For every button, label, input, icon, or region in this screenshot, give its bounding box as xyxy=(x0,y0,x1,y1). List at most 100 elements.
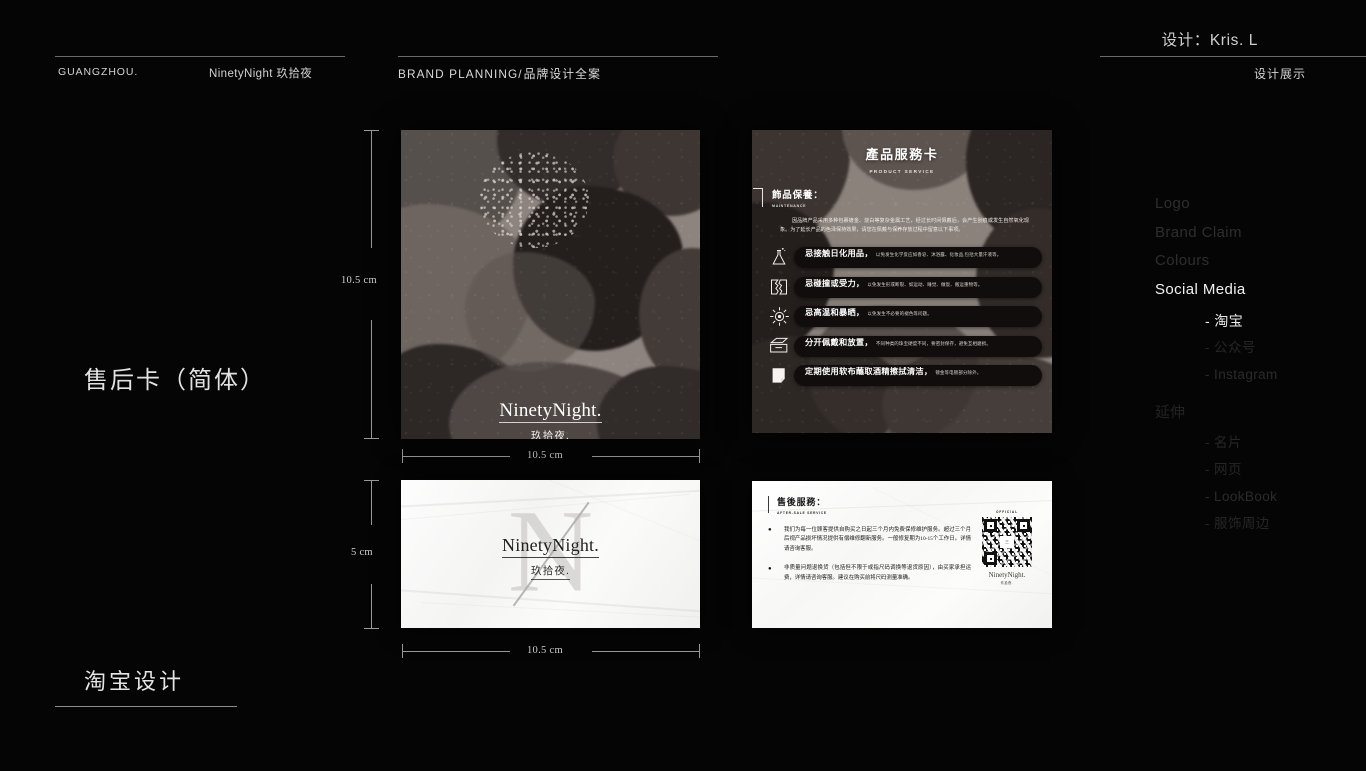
dim-line-main-width-right xyxy=(592,456,699,457)
dim-line-main-lower xyxy=(371,320,372,438)
qr-finder-top-left xyxy=(984,519,997,532)
nav-subitem-wechat[interactable]: - 公众号 xyxy=(1205,338,1355,358)
dim-label-main-height: 10.5 cm xyxy=(341,275,377,286)
dim-line-small-width-left xyxy=(402,651,510,652)
card-product-service[interactable]: 產品服務卡 PRODUCT SERVICE 飾品保養： MAINTENANCE … xyxy=(752,130,1052,433)
page-title: 售后卡（简体） xyxy=(84,368,266,394)
sun-icon xyxy=(764,306,794,327)
maintenance-item-desc: 以免发生不必要的褪色等问题。 xyxy=(867,311,932,316)
dim-line-small-upper xyxy=(371,481,372,525)
qr-block: OFFICIAL 三 NinetyNight. 玖拾夜. xyxy=(976,510,1038,585)
maintenance-item-title: 忌碰撞或受力， xyxy=(805,278,865,288)
page-subtitle: 淘宝设计 xyxy=(84,669,185,694)
maintenance-pill: 忌碰撞或受力， 以免发生形或断裂、如运动、睡觉、做饭、搬运重物等。 xyxy=(794,276,1042,298)
flask-icon xyxy=(764,247,794,268)
dim-line-small-lower xyxy=(371,584,372,628)
nav-item-logo[interactable]: Logo xyxy=(1155,194,1355,214)
header-page-label: 设计展示 xyxy=(1253,67,1306,81)
dim-line-main-upper xyxy=(371,131,372,248)
header-planning-cn: 品牌设计全案 xyxy=(523,67,601,81)
qr-caption: OFFICIAL xyxy=(996,510,1018,514)
header-planning-en: BRAND PLANNING xyxy=(398,67,519,81)
qr-logo-chinese: 玖拾夜. xyxy=(1000,581,1014,585)
card-front-preview[interactable]: NinetyNight. 玖拾夜. xyxy=(401,130,700,439)
nav-item-brand-claim[interactable]: Brand Claim xyxy=(1155,223,1355,243)
maintenance-pill: 忌接触日化用品， 以免发生化学反应如香皂、沐浴露、化妆品,包括大量汗液等。 xyxy=(794,247,1042,268)
maintenance-item: 分开佩戴和放置， 不同种类的珠宝硬度不同，要密封保存，避免互相磨损。 xyxy=(764,335,1042,357)
after-sale-title: 售後服務： xyxy=(777,497,827,507)
maintenance-item: 忌接触日化用品， 以免发生化学反应如香皂、沐浴露、化妆品,包括大量汗液等。 xyxy=(764,247,1042,269)
nav-subitem-namecard[interactable]: - 名片 xyxy=(1205,433,1355,453)
qr-center-logo: 三 xyxy=(1000,536,1014,548)
service-card-title-en: PRODUCT SERVICE xyxy=(869,169,935,174)
maintenance-pill: 定期使用软布蘸取酒精擦拭清洁， 镀金等电镀部分除外。 xyxy=(794,365,1042,386)
maintenance-title-en: MAINTENANCE xyxy=(772,203,807,208)
nav-subitem-lookbook[interactable]: - LookBook xyxy=(1205,487,1355,507)
bullet-icon: ● xyxy=(768,565,772,572)
drawer-icon xyxy=(764,337,794,355)
maintenance-pill: 忌高温和暴晒， 以免发生不必要的褪色等问题。 xyxy=(794,306,1042,327)
cloth-icon xyxy=(764,366,794,385)
page-subtitle-underline xyxy=(55,706,237,707)
dim-cap-main-bottom xyxy=(364,438,379,439)
qr-finder-top-right xyxy=(1017,519,1030,532)
nav-subitem-apparel[interactable]: - 服饰周边 xyxy=(1205,514,1355,534)
bullet-icon: ● xyxy=(768,527,772,533)
maintenance-item-title: 忌高温和暴晒， xyxy=(805,308,865,317)
brand-logo-dark: NinetyNight. 玖拾夜. xyxy=(401,535,700,580)
nav-subgroup-extension: - 名片 - 网页 - LookBook - 服饰周边 xyxy=(1205,433,1355,534)
card-texture xyxy=(401,130,700,439)
crack-icon xyxy=(764,277,794,297)
card-speckles xyxy=(479,152,589,248)
header-rule-left xyxy=(55,56,345,57)
qr-brand-logo: NinetyNight. 玖拾夜. xyxy=(976,571,1038,585)
dim-label-main-width: 10.5 cm xyxy=(527,450,563,461)
maintenance-item-desc: 不同种类的珠宝硬度不同，要密封保存，避免互相磨损。 xyxy=(875,340,991,346)
maintenance-item-desc: 镀金等电镀部分除外。 xyxy=(935,370,982,375)
section-nav: Logo Brand Claim Colours Social Media - … xyxy=(1155,194,1355,541)
dim-cap-small-bottom xyxy=(364,628,379,629)
maintenance-item: 忌高温和暴晒， 以免发生不必要的褪色等问题。 xyxy=(764,306,1042,328)
logo-wordmark: NinetyNight. xyxy=(499,400,602,423)
maintenance-list: 忌接触日化用品， 以免发生化学反应如香皂、沐浴露、化妆品,包括大量汗液等。 忌碰… xyxy=(762,247,1042,387)
maintenance-item-title: 分开佩戴和放置， xyxy=(805,337,873,347)
maintenance-item-desc: 以免发生形或断裂、如运动、睡觉、做饭、搬运重物等。 xyxy=(867,281,983,287)
dim-label-small-width: 10.5 cm xyxy=(527,645,563,656)
maintenance-paragraph: 因品牌产品采用多种包裹镀金、烧白等复杂金属工艺，经过长时间佩戴后，会产生刮痕或发… xyxy=(780,217,1029,233)
card-after-sale[interactable]: 售後服務： AFTER-SALE SERVICE ● 我们为每一位顾客提供自购买… xyxy=(752,481,1052,628)
header-city: GUANGZHOU. xyxy=(58,66,139,78)
maintenance-pill: 分开佩戴和放置， 不同种类的珠宝硬度不同，要密封保存，避免互相磨损。 xyxy=(794,335,1042,357)
qr-finder-bottom-left xyxy=(984,552,997,565)
dim-cap-main-width-right xyxy=(699,449,700,463)
after-sale-item: ● 我们为每一位顾客提供自购买之日起三个月内免费保修维护服务。超过三个月后视产品… xyxy=(768,526,971,555)
after-sale-list: ● 我们为每一位顾客提供自购买之日起三个月内免费保修维护服务。超过三个月后视产品… xyxy=(768,526,971,584)
service-card-title: 產品服務卡 xyxy=(865,147,939,162)
nav-item-colours[interactable]: Colours xyxy=(1155,251,1355,271)
maintenance-item-title: 忌接触日化用品， xyxy=(805,249,873,258)
logo-wordmark: NinetyNight. xyxy=(502,535,599,558)
qr-logo-wordmark: NinetyNight. xyxy=(988,571,1026,579)
nav-subgroup-social: - 淘宝 - 公众号 - Instagram xyxy=(1205,311,1355,385)
dim-line-small-width-right xyxy=(592,651,699,652)
logo-chinese: 玖拾夜. xyxy=(531,563,570,580)
designer-credit: 设计：Kris. L xyxy=(1161,32,1258,49)
header-rule-right xyxy=(398,56,718,57)
nav-subitem-taobao[interactable]: - 淘宝 xyxy=(1205,311,1355,331)
after-sale-content: 售後服務： AFTER-SALE SERVICE ● 我们为每一位顾客提供自购买… xyxy=(752,481,1052,628)
nav-item-social-media[interactable]: Social Media xyxy=(1155,280,1355,300)
after-sale-item-text: 非质量问题退换货（包括但不限于或指尺码调换等退货原因），由买家承担运费，详情请咨… xyxy=(784,565,971,581)
maintenance-item: 定期使用软布蘸取酒精擦拭清洁， 镀金等电镀部分除外。 xyxy=(764,365,1042,387)
after-sale-item: ● 非质量问题退换货（包括但不限于或指尺码调换等退货原因），由买家承担运费，详情… xyxy=(768,564,971,583)
card-back-preview[interactable]: N NinetyNight. 玖拾夜. xyxy=(401,480,700,628)
nav-subitem-instagram[interactable]: - Instagram xyxy=(1205,365,1355,385)
header-rule-far xyxy=(1100,56,1366,57)
nav-subitem-website[interactable]: - 网页 xyxy=(1205,460,1355,480)
dim-line-main-width-left xyxy=(402,456,510,457)
nav-group-extension: 延伸 xyxy=(1155,403,1186,421)
maintenance-item-title: 定期使用软布蘸取酒精擦拭清洁， xyxy=(805,367,933,376)
dim-label-small-height: 5 cm xyxy=(351,547,373,558)
qr-code-icon[interactable]: 三 xyxy=(982,517,1032,567)
maintenance-item-desc: 以免发生化学反应如香皂、沐浴露、化妆品,包括大量汗液等。 xyxy=(875,252,1002,257)
header-section-title: BRAND PLANNING/品牌设计全案 xyxy=(398,65,601,82)
header-brand-name: NinetyNight 玖拾夜 xyxy=(209,68,313,80)
